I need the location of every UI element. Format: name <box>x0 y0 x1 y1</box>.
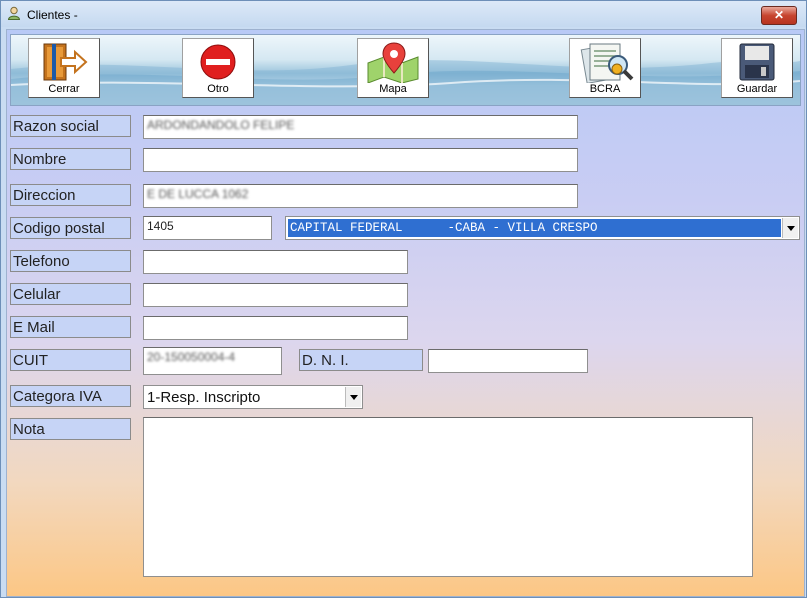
mapa-button[interactable]: Mapa <box>357 38 429 98</box>
celular-label: Celular <box>10 283 131 305</box>
mapa-label: Mapa <box>379 83 407 95</box>
categoria-iva-label: Categora IVA <box>10 385 131 407</box>
cuit-label: CUIT <box>10 349 131 371</box>
cuit-field[interactable]: 20-150050004-4 <box>143 347 282 375</box>
bcra-button[interactable]: BCRA <box>569 38 641 98</box>
clientes-window: Clientes - ✕ Cerrar Otro Mapa BCRA Guard… <box>0 0 807 598</box>
direccion-value: E DE LUCCA 1062 <box>147 187 249 201</box>
map-pin-icon <box>367 42 419 83</box>
categoria-iva-value: 1-Resp. Inscripto <box>147 389 261 406</box>
email-field[interactable] <box>143 316 408 340</box>
guardar-label: Guardar <box>736 83 778 95</box>
celular-field[interactable] <box>143 283 408 307</box>
codigo-postal-label: Codigo postal <box>10 217 131 239</box>
direccion-label: Direccion <box>10 184 131 206</box>
razon-social-label: Razon social <box>10 115 131 137</box>
telefono-field[interactable] <box>143 250 408 274</box>
documents-search-icon <box>580 43 634 83</box>
cuit-value: 20-150050004-4 <box>147 350 236 364</box>
nombre-field[interactable] <box>143 148 578 172</box>
locality-selected-value: CAPITAL FEDERAL -CABA - VILLA CRESPO <box>288 219 781 237</box>
dni-field[interactable] <box>428 349 588 373</box>
toolbar: Cerrar Otro Mapa BCRA Guardar <box>10 34 801 106</box>
nota-label: Nota <box>10 418 131 440</box>
no-entry-icon <box>200 44 236 80</box>
user-icon <box>7 6 21 20</box>
chevron-down-icon[interactable] <box>345 387 361 407</box>
nota-textarea[interactable] <box>143 417 753 577</box>
floppy-disk-icon <box>739 43 775 81</box>
categoria-iva-select[interactable]: 1-Resp. Inscripto <box>143 385 363 409</box>
form-area: Cerrar Otro Mapa BCRA Guardar Razon soci… <box>6 29 805 597</box>
email-label: E Mail <box>10 316 131 338</box>
otro-button[interactable]: Otro <box>182 38 254 98</box>
cerrar-button[interactable]: Cerrar <box>28 38 100 98</box>
razon-social-value: ARDONDANDOLO FELIPE <box>147 118 295 132</box>
close-button[interactable]: ✕ <box>761 6 797 25</box>
cerrar-label: Cerrar <box>48 83 80 95</box>
guardar-button[interactable]: Guardar <box>721 38 793 98</box>
dni-label: D. N. I. <box>299 349 423 371</box>
direccion-field[interactable]: E DE LUCCA 1062 <box>143 184 578 208</box>
title-bar: Clientes - ✕ <box>1 1 806 27</box>
bcra-label: BCRA <box>589 83 621 95</box>
codigo-postal-field[interactable]: 1405 <box>143 216 272 240</box>
locality-select[interactable]: CAPITAL FEDERAL -CABA - VILLA CRESPO <box>285 216 800 240</box>
nombre-label: Nombre <box>10 148 131 170</box>
chevron-down-icon[interactable] <box>782 218 798 238</box>
otro-label: Otro <box>207 83 229 95</box>
razon-social-field[interactable]: ARDONDANDOLO FELIPE <box>143 115 578 139</box>
telefono-label: Telefono <box>10 250 131 272</box>
window-title: Clientes - <box>27 8 78 22</box>
exit-door-icon <box>43 43 88 81</box>
